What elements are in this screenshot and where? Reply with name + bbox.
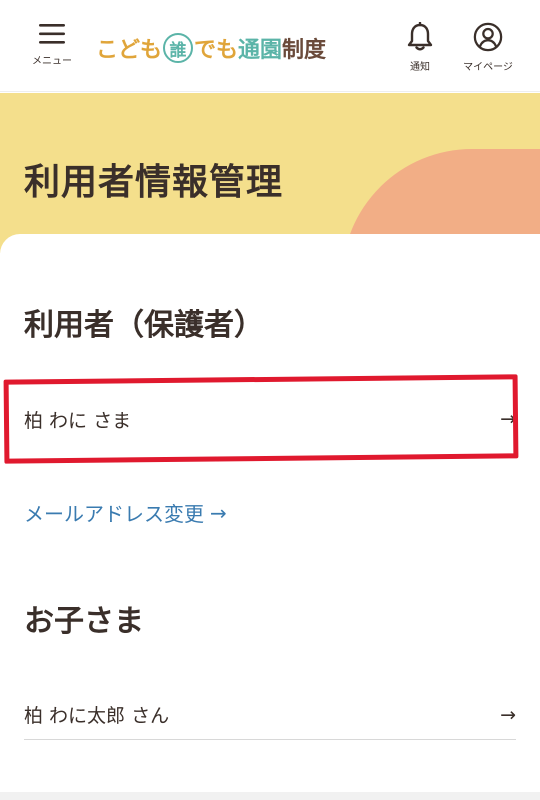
page: メニュー こども 誰 でも 通園 制度 通知 マイページ 利用者情報管理 利用者… (0, 0, 540, 800)
user-circle-icon (473, 22, 503, 52)
notification-button[interactable]: 通知 (398, 22, 442, 73)
menu-label: メニュー (32, 56, 72, 67)
arrow-right-icon: → (500, 408, 516, 430)
logo-text-4: 制度 (282, 38, 327, 63)
hamburger-icon (39, 24, 65, 44)
guardian-row[interactable]: 柏 わに さま → (24, 394, 516, 444)
bottom-bar (0, 792, 540, 800)
children-section-title: お子さま (24, 604, 144, 639)
arrow-right-icon: → (210, 500, 227, 525)
app-header: メニュー こども 誰 でも 通園 制度 通知 マイページ (0, 0, 540, 92)
guardian-section-title: 利用者（保護者） (24, 308, 264, 343)
logo-text-2: でも (194, 38, 239, 63)
logo-badge: 誰 (163, 33, 194, 63)
change-email-link[interactable]: メールアドレス変更 → (24, 498, 227, 527)
app-logo[interactable]: こども 誰 でも 通園 制度 (96, 30, 326, 66)
notify-label: 通知 (410, 62, 430, 73)
mypage-button[interactable]: マイページ (456, 22, 520, 73)
child-row[interactable]: 柏 わに太郎 さん → (24, 690, 516, 740)
bell-icon (407, 22, 433, 51)
guardian-name: 柏 わに さま (24, 409, 132, 432)
page-title: 利用者情報管理 (24, 162, 284, 203)
mypage-label: マイページ (463, 62, 513, 73)
page-hero: 利用者情報管理 (0, 93, 540, 253)
logo-text-1: こども (96, 38, 163, 63)
logo-text-3: 通園 (238, 38, 283, 63)
menu-button[interactable]: メニュー (26, 22, 78, 67)
arrow-right-icon: → (500, 703, 516, 726)
child-name: 柏 わに太郎 さん (24, 705, 170, 727)
main-content: 利用者（保護者） 柏 わに さま → メールアドレス変更 → お子さま 柏 わに… (0, 234, 540, 800)
change-email-label: メールアドレス変更 (24, 502, 204, 526)
